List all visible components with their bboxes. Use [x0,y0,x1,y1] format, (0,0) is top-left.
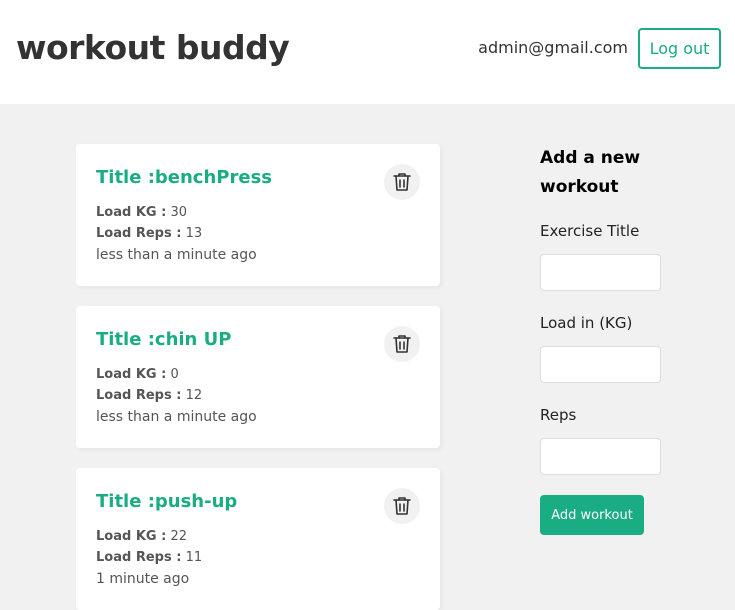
workout-reps: Load Reps : 12 [96,387,202,405]
delete-workout-button[interactable] [384,326,420,362]
add-workout-button[interactable]: Add workout [540,495,644,535]
workout-card: Title :chin UP Load KG : 0 Load Reps : 1… [76,306,440,448]
workout-title: Title :chin UP [96,329,232,350]
workout-title: Title :benchPress [96,167,272,188]
brand-title[interactable]: workout buddy [16,27,290,69]
workout-timestamp: less than a minute ago [96,247,257,263]
reps-input[interactable] [540,438,661,475]
workout-load-value: 30 [170,205,187,220]
workout-reps-value: 13 [185,226,203,241]
delete-workout-button[interactable] [384,164,420,200]
exercise-title-input[interactable] [540,254,661,291]
load-label: Load in (KG) [540,314,633,332]
trash-icon [393,173,411,191]
workout-load: Load KG : 0 [96,366,179,384]
workout-reps-value: 12 [185,388,203,403]
workout-reps-value: 11 [185,550,203,565]
trash-icon [393,335,411,353]
reps-label: Reps [540,406,577,424]
user-email: admin@gmail.com [478,38,628,57]
workout-load-value: 0 [170,367,179,382]
workout-card: Title :benchPress Load KG : 30 Load Reps… [76,144,440,286]
workout-load: Load KG : 30 [96,204,187,222]
workout-load-value: 22 [170,529,187,544]
workout-card: Title :push-up Load KG : 22 Load Reps : … [76,468,440,610]
load-input[interactable] [540,346,661,383]
workout-reps: Load Reps : 13 [96,225,202,243]
workout-load-label: Load KG : [96,205,167,220]
trash-icon [393,497,411,515]
workout-timestamp: 1 minute ago [96,571,190,587]
workout-load-label: Load KG : [96,367,167,382]
exercise-title-label: Exercise Title [540,222,640,240]
workout-reps-label: Load Reps : [96,550,182,565]
workout-load-label: Load KG : [96,529,167,544]
workout-title: Title :push-up [96,491,238,512]
form-heading: Add a new workout [540,148,641,197]
workout-reps-label: Load Reps : [96,388,182,403]
delete-workout-button[interactable] [384,488,420,524]
workout-load: Load KG : 22 [96,528,187,546]
logout-button[interactable]: Log out [638,28,721,69]
workout-timestamp: less than a minute ago [96,409,257,425]
app-header: workout buddy admin@gmail.com Log out [0,0,735,104]
workout-reps: Load Reps : 11 [96,549,202,567]
workout-reps-label: Load Reps : [96,226,182,241]
